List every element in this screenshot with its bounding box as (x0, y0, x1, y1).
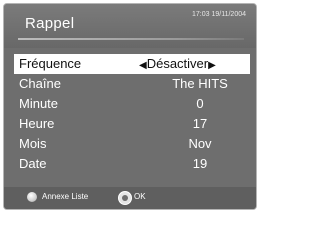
menu-row-label: Date (19, 156, 47, 171)
frequence-selector[interactable]: ◀Désactiver▶ (139, 54, 254, 76)
menu-row-value: Nov (188, 136, 212, 151)
page-title: Rappel (25, 15, 75, 32)
ok-key-icon (118, 191, 132, 205)
header: Rappel 17:03 19/11/2004 (4, 4, 256, 48)
color-key-icon (27, 192, 37, 202)
menu-row-frequence[interactable]: Fréquence ◀Désactiver▶ (14, 54, 250, 74)
menu-row-value: 17 (192, 116, 208, 131)
menu-row-label: Mois (19, 136, 47, 151)
reminder-screen: Rappel 17:03 19/11/2004 Fréquence ◀Désac… (3, 3, 257, 210)
settings-menu: Fréquence ◀Désactiver▶ Chaîne The HITS M… (14, 54, 250, 174)
datetime-display: 17:03 19/11/2004 (192, 11, 246, 18)
menu-row-chaine[interactable]: Chaîne The HITS (14, 74, 250, 94)
menu-row-heure[interactable]: Heure 17 (14, 114, 250, 134)
menu-row-value: Désactiver (146, 56, 209, 71)
footer-legend: Annexe Liste OK (4, 187, 256, 209)
ok-hint: OK (134, 192, 146, 201)
title-underline (18, 38, 244, 40)
menu-row-value: The HITS (172, 76, 228, 91)
menu-row-label: Fréquence (19, 56, 82, 71)
menu-row-label: Heure (19, 116, 55, 131)
arrow-left-icon[interactable]: ◀ (139, 60, 147, 71)
annexe-liste-hint: Annexe Liste (42, 192, 89, 201)
menu-row-label: Chaîne (19, 76, 61, 91)
menu-row-label: Minute (19, 96, 59, 111)
menu-row-date[interactable]: Date 19 (14, 154, 250, 174)
menu-row-minute[interactable]: Minute 0 (14, 94, 250, 114)
menu-row-value: 19 (192, 156, 208, 171)
arrow-right-icon[interactable]: ▶ (208, 60, 216, 71)
menu-row-mois[interactable]: Mois Nov (14, 134, 250, 154)
menu-row-value: 0 (196, 96, 204, 111)
